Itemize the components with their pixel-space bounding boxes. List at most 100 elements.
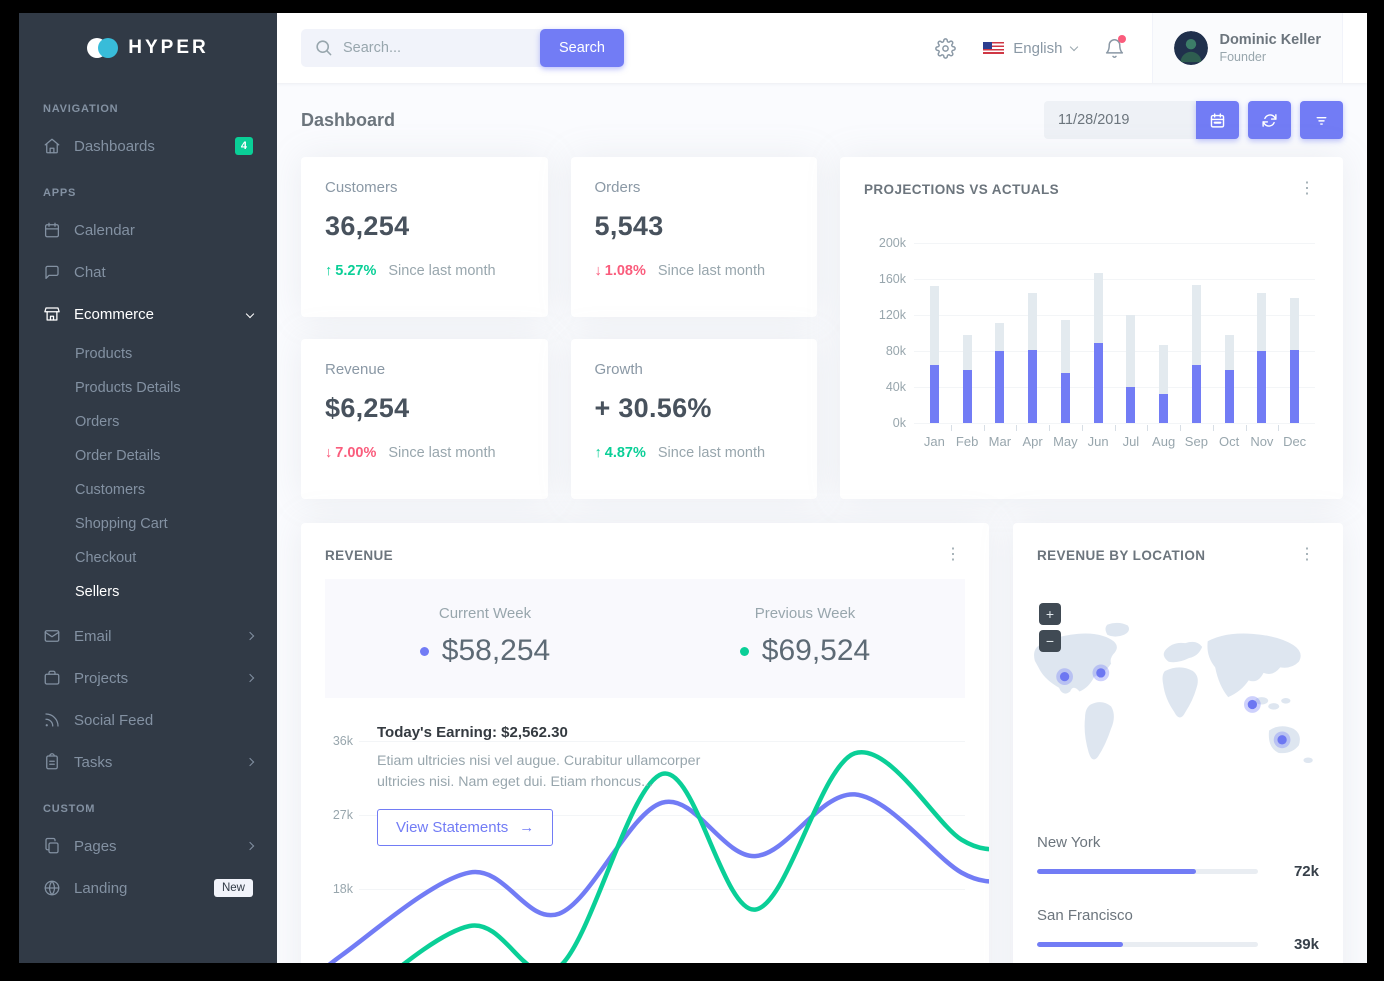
y-axis-tick: 27k — [319, 808, 353, 822]
location-card-title: REVENUE BY LOCATION — [1037, 548, 1205, 563]
sidebar-item-ecommerce[interactable]: Ecommerce — [19, 293, 277, 335]
x-axis-label: Oct — [1213, 434, 1246, 449]
menu-section-apps: APPS — [19, 167, 277, 209]
sidebar-item-label: Email — [74, 628, 112, 645]
logo-text: HYPER — [128, 37, 208, 59]
sidebar-item-projects[interactable]: Projects — [19, 657, 277, 699]
bar-jan — [918, 243, 951, 423]
search-button[interactable]: Search — [540, 29, 624, 67]
todays-earning-title: Today's Earning: $2,562.30 — [377, 724, 707, 741]
stat-value: 5,543 — [595, 211, 794, 242]
current-week-label: Current Week — [325, 605, 645, 622]
count-badge: 4 — [235, 137, 253, 155]
card-menu-dots-icon[interactable] — [941, 545, 965, 565]
pages-icon — [43, 837, 61, 855]
calendar-icon — [43, 221, 61, 239]
stat-card-customers: Customers 36,254 ↑5.27% Since last month — [301, 157, 548, 317]
map-zoom-out-button[interactable]: − — [1039, 630, 1061, 652]
refresh-button[interactable] — [1248, 101, 1291, 139]
projections-chart: 200k160k120k80k40k0k — [914, 243, 1315, 475]
sidebar-menu: NAVIGATION Dashboards4 APPS Calendar Cha… — [19, 83, 277, 909]
sidebar-item-landing[interactable]: LandingNew — [19, 867, 277, 909]
location-value: 39k — [1275, 936, 1319, 953]
stat-card-revenue: Revenue $6,254 ↓7.00% Since last month — [301, 339, 548, 499]
user-profile[interactable]: Dominic Keller Founder — [1152, 13, 1343, 83]
calendar-icon — [1209, 112, 1226, 129]
bar-sep — [1180, 243, 1213, 423]
y-axis-tick: 40k — [866, 380, 906, 394]
stat-delta: ↓1.08% — [595, 263, 646, 279]
sidebar-item-pages[interactable]: Pages — [19, 825, 277, 867]
map-zoom-in-button[interactable]: + — [1039, 603, 1061, 625]
chevron-right-icon — [246, 842, 254, 850]
y-axis-tick: 36k — [319, 734, 353, 748]
sidebar-subitem-customers[interactable]: Customers — [19, 473, 277, 507]
search-box: Search — [301, 29, 623, 67]
search-icon — [314, 38, 333, 57]
revenue-description-line1: Etiam ultricies nisi vel augue. Curabitu… — [377, 753, 700, 769]
sidebar-item-email[interactable]: Email — [19, 615, 277, 657]
sidebar-item-label: Chat — [74, 264, 106, 281]
sidebar-item-calendar[interactable]: Calendar — [19, 209, 277, 251]
content: Dashboard Customers 36,254 — [277, 83, 1367, 963]
bar-dec — [1278, 243, 1311, 423]
x-axis-label: Dec — [1278, 434, 1311, 449]
notification-dot — [1118, 35, 1126, 43]
home-icon — [43, 137, 61, 155]
sidebar-item-tasks[interactable]: Tasks — [19, 741, 277, 783]
location-progress-fill — [1037, 942, 1123, 947]
chevron-down-icon — [246, 310, 254, 318]
location-name: New York — [1037, 834, 1319, 851]
card-menu-dots-icon[interactable] — [1295, 179, 1319, 199]
refresh-icon — [1261, 112, 1278, 129]
avatar — [1174, 31, 1208, 65]
language-label: English — [1013, 40, 1062, 57]
logo[interactable]: HYPER — [19, 13, 277, 83]
sidebar-subitem-order-details[interactable]: Order Details — [19, 439, 277, 473]
arrow-down-icon: ↓ — [325, 445, 332, 461]
settings-gear-icon[interactable] — [935, 38, 956, 59]
previous-week-label: Previous Week — [645, 605, 965, 622]
top-row: Customers 36,254 ↑5.27% Since last month… — [301, 157, 1343, 499]
sidebar-item-label: Ecommerce — [74, 306, 154, 323]
calendar-button[interactable] — [1196, 101, 1239, 139]
todays-earning-block: Today's Earning: $2,562.30 Etiam ultrici… — [377, 724, 707, 846]
sidebar-subitem-sellers[interactable]: Sellers — [19, 575, 277, 609]
world-map[interactable] — [1029, 619, 1327, 782]
chevron-right-icon — [246, 632, 254, 640]
chevron-right-icon — [246, 758, 254, 766]
bar-jun — [1082, 243, 1115, 423]
sidebar-item-chat[interactable]: Chat — [19, 251, 277, 293]
search-input[interactable] — [301, 29, 540, 67]
briefcase-icon — [43, 669, 61, 687]
sidebar-subitem-checkout[interactable]: Checkout — [19, 541, 277, 575]
x-axis-label: Jun — [1082, 434, 1115, 449]
arrow-up-icon: ↑ — [595, 445, 602, 461]
view-statements-button[interactable]: View Statements → — [377, 809, 553, 846]
sidebar-subitem-orders[interactable]: Orders — [19, 405, 277, 439]
language-selector[interactable]: English — [983, 40, 1077, 57]
sidebar-subitem-products-details[interactable]: Products Details — [19, 371, 277, 405]
arrow-down-icon: ↓ — [595, 263, 602, 279]
stat-value: 36,254 — [325, 211, 524, 242]
globe-icon — [43, 879, 61, 897]
card-menu-dots-icon[interactable] — [1295, 545, 1319, 565]
sidebar-subitem-shopping-cart[interactable]: Shopping Cart — [19, 507, 277, 541]
sidebar-item-dashboards[interactable]: Dashboards4 — [19, 125, 277, 167]
sidebar-subitem-products[interactable]: Products — [19, 337, 277, 371]
current-week-dot — [420, 647, 429, 656]
stat-title: Growth — [595, 361, 794, 378]
revenue-card-title: REVENUE — [325, 548, 393, 563]
date-input[interactable] — [1044, 101, 1196, 139]
filter-button[interactable] — [1300, 101, 1343, 139]
stat-delta: ↑4.87% — [595, 445, 646, 461]
sidebar-item-social-feed[interactable]: Social Feed — [19, 699, 277, 741]
stat-note: Since last month — [658, 263, 765, 279]
store-icon — [43, 305, 61, 323]
notifications-bell-icon[interactable] — [1104, 38, 1125, 59]
y-axis-tick: 160k — [866, 272, 906, 286]
location-progress-track — [1037, 942, 1258, 947]
revenue-summary: Current Week $58,254 Previous Week $69,5… — [325, 579, 965, 698]
sidebar-item-label: Landing — [74, 880, 127, 897]
y-axis-tick: 18k — [319, 882, 353, 896]
